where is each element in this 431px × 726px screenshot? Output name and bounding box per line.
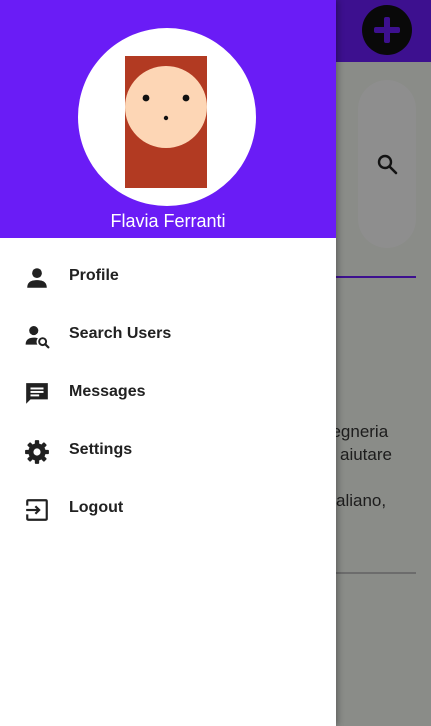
message-icon	[26, 383, 48, 404]
menu-label: Logout	[69, 499, 124, 516]
menu-item-settings[interactable]: Settings	[0, 422, 336, 480]
menu-item-search-users[interactable]: Search Users	[0, 306, 336, 364]
drawer-header: Flavia Ferranti	[0, 0, 336, 238]
menu-item-messages[interactable]: Messages	[0, 364, 336, 422]
menu-item-logout[interactable]: Logout	[0, 480, 336, 538]
person-icon	[27, 268, 47, 288]
menu-label: Messages	[69, 383, 146, 400]
user-name: Flavia Ferranti	[110, 211, 226, 231]
navigation-drawer: Flavia Ferranti Profile Search Users Mes…	[0, 0, 336, 726]
menu-item-profile[interactable]: Profile	[0, 248, 336, 306]
drawer-menu: Profile Search Users Messages Settings L…	[0, 248, 336, 538]
person-search-icon	[25, 326, 50, 349]
gear-icon	[25, 440, 49, 464]
avatar	[78, 28, 256, 206]
menu-label: Search Users	[69, 325, 172, 342]
menu-label: Settings	[69, 441, 133, 458]
menu-label: Profile	[69, 267, 119, 284]
logout-icon	[26, 499, 48, 521]
